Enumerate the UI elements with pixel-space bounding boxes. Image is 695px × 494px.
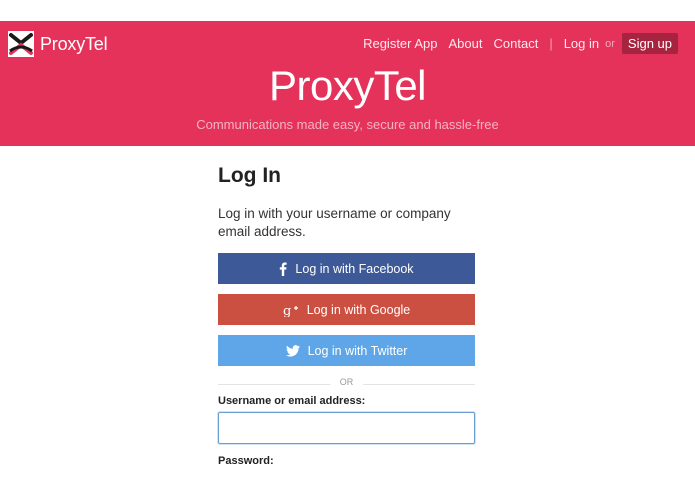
facebook-login-button[interactable]: Log in with Facebook	[218, 253, 475, 284]
hero-banner: ProxyTel Register App About Contact | Lo…	[0, 21, 695, 146]
svg-text:g: g	[283, 304, 291, 317]
username-label: Username or email address:	[218, 395, 366, 407]
brand[interactable]: ProxyTel	[8, 31, 108, 57]
nav-about[interactable]: About	[449, 36, 483, 51]
proxytel-logo-icon	[8, 31, 34, 57]
google-plus-icon: g	[283, 302, 299, 318]
facebook-login-label: Log in with Facebook	[295, 261, 414, 276]
page-title: Log In	[218, 164, 281, 187]
signup-button[interactable]: Sign up	[621, 33, 678, 54]
username-input[interactable]	[218, 412, 475, 444]
twitter-login-label: Log in with Twitter	[307, 343, 408, 358]
twitter-login-button[interactable]: Log in with Twitter	[218, 335, 475, 366]
or-divider: OR	[218, 376, 475, 392]
top-gap	[0, 0, 695, 21]
nav-or: or	[605, 37, 615, 50]
password-label: Password:	[218, 455, 274, 467]
google-login-button[interactable]: g Log in with Google	[218, 294, 475, 325]
divider-or-label: OR	[329, 377, 364, 387]
login-intro: Log in with your username or company ema…	[218, 206, 451, 239]
nav-register-app[interactable]: Register App	[363, 36, 437, 51]
hero-title: ProxyTel	[268, 62, 427, 109]
login-panel: Log In Log in with your username or comp…	[218, 164, 475, 472]
nav-separator: |	[549, 36, 553, 51]
google-login-label: Log in with Google	[306, 302, 411, 317]
twitter-icon	[285, 343, 300, 359]
nav-contact[interactable]: Contact	[494, 36, 539, 51]
facebook-icon	[279, 261, 288, 277]
brand-name: ProxyTel	[40, 33, 108, 54]
hero-tagline: Communications made easy, secure and has…	[196, 117, 499, 132]
top-nav: Register App About Contact | Log in or S…	[352, 33, 678, 54]
nav-login[interactable]: Log in	[564, 36, 599, 51]
